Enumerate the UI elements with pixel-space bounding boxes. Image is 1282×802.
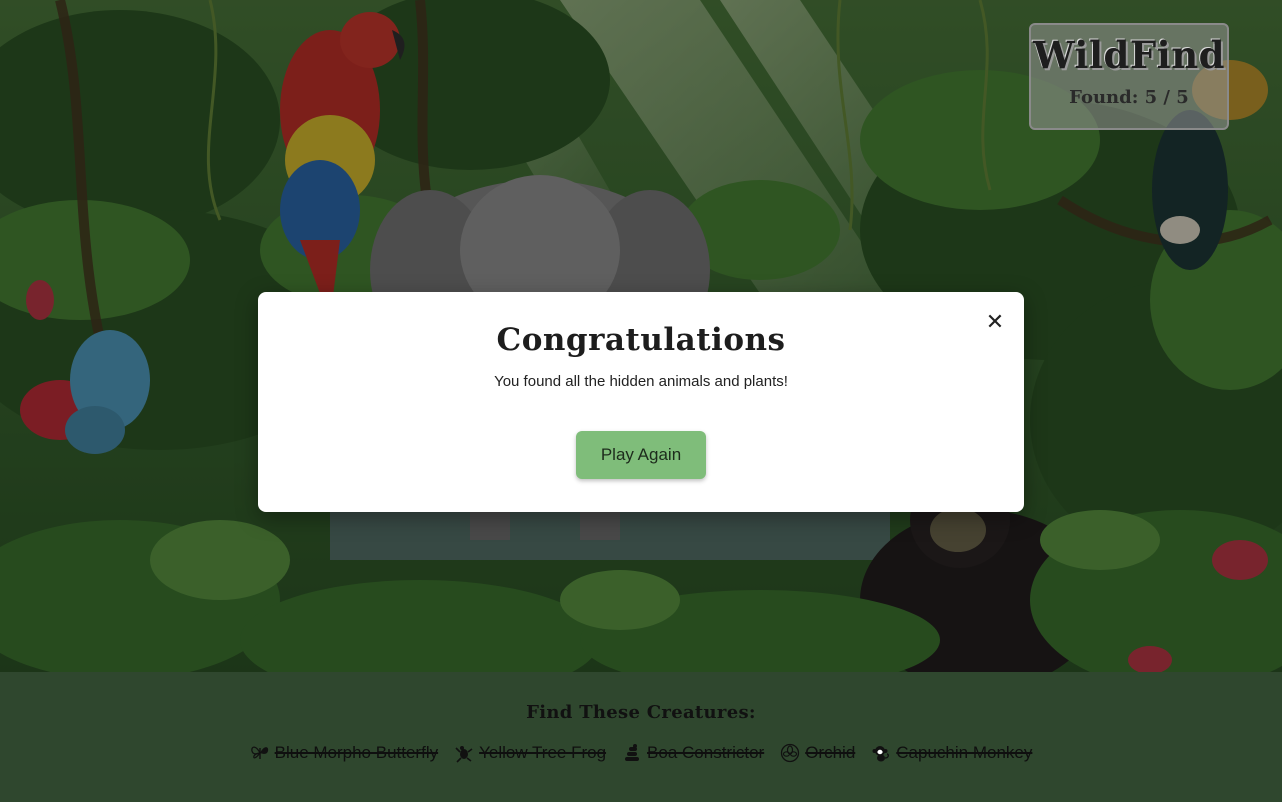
- congratulations-modal: Congratulations You found all the hidden…: [258, 292, 1024, 512]
- list-item-label: Yellow Tree Frog: [479, 743, 607, 762]
- list-item: Orchid: [780, 743, 855, 763]
- list-item-label: Orchid: [805, 743, 856, 762]
- list-item-label: Blue Morpho Butterfly: [274, 743, 439, 762]
- find-list: Blue Morpho Butterfly Yellow Tree Frog B…: [0, 743, 1282, 763]
- find-list-heading: Find These Creatures:: [526, 702, 756, 723]
- find-list-panel: Find These Creatures: Blue Morpho Butter…: [0, 672, 1282, 802]
- play-again-button[interactable]: Play Again: [576, 431, 706, 479]
- modal-title: Congratulations: [496, 322, 786, 358]
- frog-icon: [455, 746, 473, 763]
- game-root: WildFind Found: 5 / 5 Congratulations Yo…: [0, 0, 1282, 802]
- found-counter: Found: 5 / 5: [1069, 87, 1189, 108]
- list-item: Blue Morpho Butterfly: [250, 743, 438, 763]
- monkey-icon: [872, 746, 890, 762]
- flower-icon: [781, 743, 800, 763]
- snake-icon: [625, 744, 640, 761]
- modal-message: You found all the hidden animals and pla…: [494, 373, 788, 390]
- close-icon[interactable]: ✕: [984, 312, 1006, 334]
- list-item-label: Boa Constrictor: [647, 743, 765, 762]
- list-item: Capuchin Monkey: [871, 743, 1032, 763]
- game-title: WildFind: [1033, 33, 1225, 77]
- list-item: Boa Constrictor: [622, 743, 764, 763]
- list-item: Yellow Tree Frog: [454, 743, 606, 763]
- title-score-box: WildFind Found: 5 / 5: [1029, 23, 1229, 130]
- list-item-label: Capuchin Monkey: [896, 743, 1033, 762]
- butterfly-icon: [250, 746, 268, 759]
